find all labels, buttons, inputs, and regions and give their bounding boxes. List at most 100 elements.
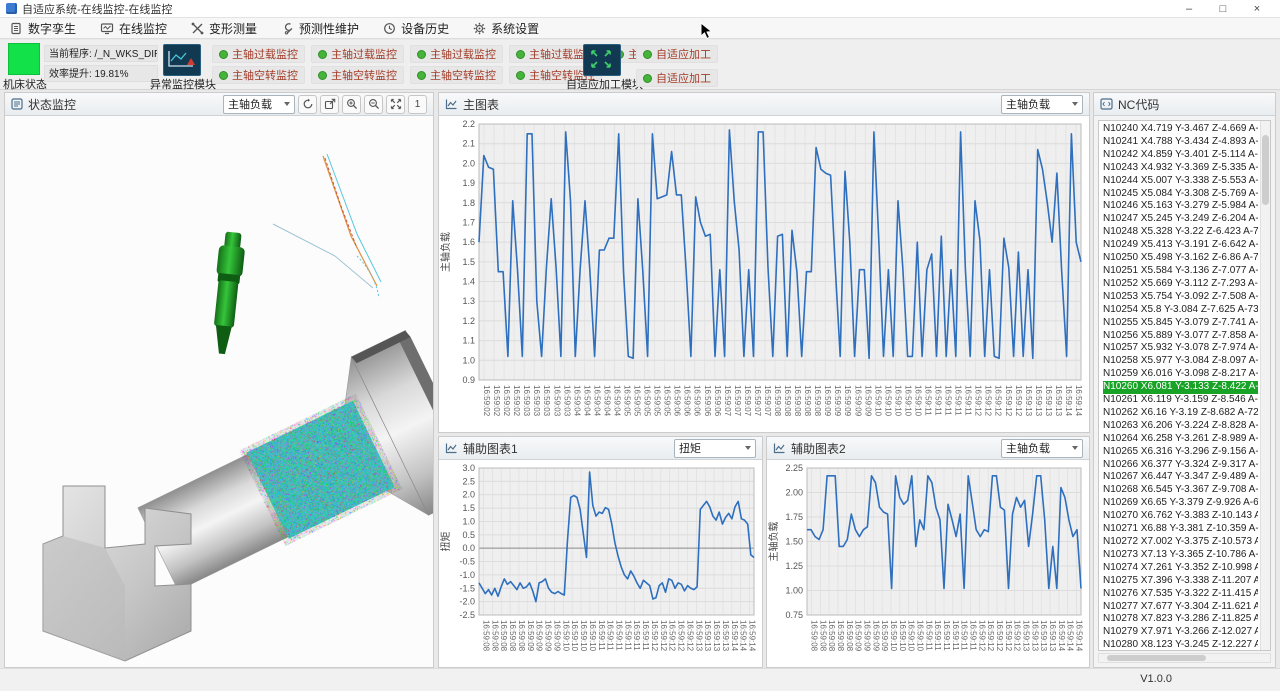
nc-code-line[interactable]: N10247 X5.245 Y-3.249 Z-6.204 A-74.701 xyxy=(1103,213,1258,226)
rotate-view-button[interactable] xyxy=(298,95,317,114)
nc-code-line[interactable]: N10244 X5.007 Y-3.338 Z-5.553 A-75.297 xyxy=(1103,175,1258,188)
menu-item-digital-twin[interactable]: 数字孪生 xyxy=(10,20,76,37)
close-button[interactable]: × xyxy=(1240,3,1274,15)
nc-code-line[interactable]: N10275 X7.396 Y-3.338 Z-11.207 A-65.95 xyxy=(1103,575,1258,588)
svg-text:16:59:14: 16:59:14 xyxy=(748,620,757,652)
svg-text:16:59:10: 16:59:10 xyxy=(579,620,588,652)
nc-code-line[interactable]: N10246 X5.163 Y-3.279 Z-5.984 A-74.892 xyxy=(1103,200,1258,213)
nc-code-line[interactable]: N10261 X6.119 Y-3.159 Z-8.546 A-72.701 xyxy=(1103,394,1258,407)
menu-item-online-monitoring[interactable]: 在线监控 xyxy=(100,20,167,37)
nc-code-line[interactable]: N10257 X5.932 Y-3.078 Z-7.974 A-73.243 xyxy=(1103,342,1258,355)
aux1-signal-select[interactable]: 扭矩 xyxy=(674,439,756,458)
anomaly-module-icon[interactable] xyxy=(163,44,201,76)
adaptive-process-button[interactable]: 自适应加工 xyxy=(636,45,718,63)
aux2-signal-select[interactable]: 主轴负载 xyxy=(1001,439,1083,458)
nc-code-line[interactable]: N10266 X6.377 Y-3.324 Z-9.317 A-71.443 xyxy=(1103,459,1258,472)
title-bar: 自适应系统-在线监控-在线监控 – □ × xyxy=(0,0,1280,18)
nc-code-line[interactable]: N10258 X5.977 Y-3.084 Z-8.097 A-73.138 xyxy=(1103,355,1258,368)
svg-text:16:59:10: 16:59:10 xyxy=(903,385,912,417)
nc-code-line[interactable]: N10243 X4.932 Y-3.369 Z-5.335 A-75.523 xyxy=(1103,162,1258,175)
idle-monitor-button[interactable]: 主轴空转监控 xyxy=(212,66,305,84)
svg-text:16:59:08: 16:59:08 xyxy=(813,385,822,417)
zoom-out-button[interactable] xyxy=(364,95,383,114)
nc-code-line[interactable]: N10240 X4.719 Y-3.467 Z-4.669 A-76.396 xyxy=(1103,123,1258,136)
line-chart-icon xyxy=(445,98,458,110)
svg-text:2.5: 2.5 xyxy=(462,476,475,486)
nc-code-line[interactable]: N10280 X8.123 Y-3.245 Z-12.227 A-62.23 xyxy=(1103,639,1258,651)
nc-code-line[interactable]: N10255 X5.845 Y-3.079 Z-7.741 A-73.458 xyxy=(1103,317,1258,330)
nc-code-line[interactable]: N10250 X5.498 Y-3.162 Z-6.86 A-74.178 C xyxy=(1103,252,1258,265)
nc-code-line[interactable]: N10267 X6.447 Y-3.347 Z-9.489 A-71.055 xyxy=(1103,471,1258,484)
idle-monitor-button[interactable]: 主轴空转监控 xyxy=(311,66,404,84)
svg-text:-1.5: -1.5 xyxy=(459,583,475,593)
menu-item-device-history[interactable]: 设备历史 xyxy=(383,20,449,37)
nc-code-line[interactable]: N10262 X6.16 Y-3.19 Z-8.682 A-72.534 C xyxy=(1103,407,1258,420)
nc-code-line[interactable]: N10269 X6.65 Y-3.379 Z-9.926 A-69.947 C xyxy=(1103,497,1258,510)
nc-code-line[interactable]: N10272 X7.002 Y-3.375 Z-10.573 A-68.05 xyxy=(1103,536,1258,549)
status-dot-icon xyxy=(219,71,228,80)
svg-text:1.25: 1.25 xyxy=(785,561,803,571)
nc-code-line[interactable]: N10249 X5.413 Y-3.191 Z-6.642 A-74.346 xyxy=(1103,239,1258,252)
export-view-button[interactable] xyxy=(320,95,339,114)
nc-code-line[interactable]: N10276 X7.535 Y-3.322 Z-11.415 A-65.22 xyxy=(1103,588,1258,601)
svg-text:16:59:03: 16:59:03 xyxy=(542,385,551,417)
nc-code-line[interactable]: N10273 X7.13 Y-3.365 Z-10.786 A-67.372 xyxy=(1103,549,1258,562)
adaptive-module-icon[interactable] xyxy=(583,44,621,76)
nc-vertical-scrollbar[interactable] xyxy=(1260,121,1270,650)
fit-view-icon xyxy=(390,98,402,110)
zoom-in-button[interactable] xyxy=(342,95,361,114)
status-dot-icon xyxy=(417,50,426,59)
scrollbar-thumb[interactable] xyxy=(1262,135,1269,205)
nc-code-line[interactable]: N10265 X6.316 Y-3.296 Z-9.156 A-71.771 xyxy=(1103,446,1258,459)
menu-item-system-settings[interactable]: 系统设置 xyxy=(473,20,539,37)
svg-text:1.75: 1.75 xyxy=(785,512,803,522)
nc-code-line[interactable]: N10248 X5.328 Y-3.22 Z-6.423 A-74.52 C xyxy=(1103,226,1258,239)
nc-code-line[interactable]: N10271 X6.88 Y-3.381 Z-10.359 A-68.711 xyxy=(1103,523,1258,536)
maximize-button[interactable]: □ xyxy=(1206,3,1240,15)
overload-buttons: 主轴过载监控主轴过载监控主轴过载监控主轴过载监控主轴过载监控 xyxy=(212,45,701,63)
fit-view-button[interactable] xyxy=(386,95,405,114)
nc-code-line[interactable]: N10264 X6.258 Y-3.261 Z-8.989 A-72.072 xyxy=(1103,433,1258,446)
svg-text:16:59:13: 16:59:13 xyxy=(721,620,730,652)
main-chart-signal-select[interactable]: 主轴负载 xyxy=(1001,95,1083,114)
nc-horizontal-scrollbar[interactable] xyxy=(1098,653,1271,663)
nc-code-line[interactable]: N10278 X7.823 Y-3.286 Z-11.825 A-63.73 xyxy=(1103,613,1258,626)
view-signal-select[interactable]: 主轴负载 xyxy=(223,95,295,114)
view-scale-button[interactable]: 1 xyxy=(408,95,427,114)
overload-monitor-button[interactable]: 主轴过载监控 xyxy=(311,45,404,63)
svg-text:16:59:04: 16:59:04 xyxy=(602,385,611,417)
nc-code-list[interactable]: N10240 X4.719 Y-3.467 Z-4.669 A-76.396N1… xyxy=(1098,120,1271,651)
nc-code-line[interactable]: N10253 X5.754 Y-3.092 Z-7.508 A-73.677 xyxy=(1103,291,1258,304)
nc-code-line[interactable]: N10274 X7.261 Y-3.352 Z-10.998 A-66.67 xyxy=(1103,562,1258,575)
nc-code-line[interactable]: N10241 X4.788 Y-3.434 Z-4.893 A-76.062 xyxy=(1103,136,1258,149)
nc-code-line[interactable]: N10263 X6.206 Y-3.224 Z-8.828 A-72.33 C xyxy=(1103,420,1258,433)
adaptive-process-button[interactable]: 自适应加工 xyxy=(636,69,718,87)
nc-code-line[interactable]: N10270 X6.762 Y-3.383 Z-10.143 A-69.34 xyxy=(1103,510,1258,523)
cutting-tool xyxy=(208,231,247,355)
scrollbar-thumb[interactable] xyxy=(1107,655,1206,661)
overload-monitor-button[interactable]: 主轴过载监控 xyxy=(212,45,305,63)
nc-code-line[interactable]: N10242 X4.859 Y-3.401 Z-5.114 A-75.775 xyxy=(1103,149,1258,162)
idle-monitor-button[interactable]: 主轴空转监控 xyxy=(410,66,503,84)
nc-code-line[interactable]: N10259 X6.016 Y-3.098 Z-8.217 A-73.036 xyxy=(1103,368,1258,381)
nc-code-line[interactable]: N10279 X7.971 Y-3.266 Z-12.027 A-62.98 xyxy=(1103,626,1258,639)
aux1-plot: 16:59:0816:59:0816:59:0816:59:0816:59:08… xyxy=(439,460,762,667)
nc-code-line[interactable]: N10254 X5.8 Y-3.084 Z-7.625 A-73.571 C xyxy=(1103,304,1258,317)
nc-code-line[interactable]: N10268 X6.545 Y-3.367 Z-9.708 A-70.519 xyxy=(1103,484,1258,497)
svg-text:16:59:10: 16:59:10 xyxy=(893,385,902,417)
menu-item-predictive-maintenance[interactable]: 预测性维护 xyxy=(281,20,359,37)
nc-code-line[interactable]: N10260 X6.081 Y-3.133 Z-8.422 A-72.835 xyxy=(1103,381,1258,394)
svg-text:16:59:11: 16:59:11 xyxy=(632,620,641,651)
nc-code-line[interactable]: N10251 X5.584 Y-3.136 Z-7.077 A-74.012 xyxy=(1103,265,1258,278)
nc-code-line[interactable]: N10252 X5.669 Y-3.112 Z-7.293 A-73.844 xyxy=(1103,278,1258,291)
nc-code-line[interactable]: N10245 X5.084 Y-3.308 Z-5.769 A-75.088 xyxy=(1103,188,1258,201)
overload-monitor-button[interactable]: 主轴过载监控 xyxy=(410,45,503,63)
3d-viewport[interactable] xyxy=(5,116,433,667)
menu-item-deformation-measure[interactable]: 变形测量 xyxy=(191,20,257,37)
status-monitor-title: 状态监控 xyxy=(28,96,76,113)
nc-code-line[interactable]: N10277 X7.677 Y-3.304 Z-11.621 A-64.48 xyxy=(1103,601,1258,614)
minimize-button[interactable]: – xyxy=(1172,3,1206,15)
svg-text:16:59:09: 16:59:09 xyxy=(843,385,852,417)
svg-text:16:59:07: 16:59:07 xyxy=(753,385,762,417)
nc-code-line[interactable]: N10256 X5.889 Y-3.077 Z-7.858 A-73.348 xyxy=(1103,330,1258,343)
